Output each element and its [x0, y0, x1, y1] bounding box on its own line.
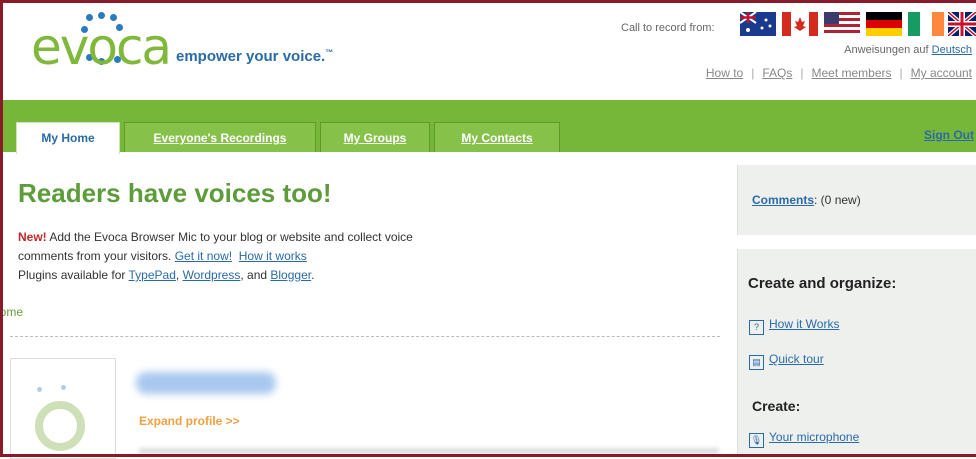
profile-avatar-card[interactable]: [10, 358, 116, 459]
how-to-link[interactable]: How to: [706, 66, 743, 80]
username-blurred[interactable]: [136, 372, 276, 394]
your-microphone-link[interactable]: Your microphone: [769, 430, 859, 444]
flag-uk-icon[interactable]: [946, 10, 976, 38]
microphone-icon: 🎙: [749, 433, 764, 448]
period-text: .: [311, 268, 315, 282]
sidebar-quick-tour[interactable]: ▤ Quick tour: [749, 352, 824, 370]
flag-germany-icon[interactable]: [866, 12, 902, 36]
language-instructions: Anweisungen auf Deutsch: [844, 44, 972, 56]
flag-ireland-icon[interactable]: [908, 12, 944, 36]
expand-profile-link[interactable]: Expand profile >>: [139, 414, 240, 428]
get-it-now-link[interactable]: Get it now!: [175, 249, 232, 263]
avatar-dot: [61, 385, 66, 390]
avatar-dot: [37, 387, 42, 392]
comma-text: ,: [175, 268, 183, 282]
tab-everyones-recordings[interactable]: Everyone's Recordings: [124, 122, 316, 152]
sidebar-how-it-works[interactable]: ? How it Works: [749, 317, 839, 335]
tagline: empower your voice.™: [176, 48, 333, 65]
deutsch-link[interactable]: Deutsch: [932, 44, 972, 56]
my-account-link[interactable]: My account: [911, 66, 972, 80]
flag-australia-icon[interactable]: [739, 11, 776, 36]
intro-line-2: comments from your visitors.: [18, 249, 172, 263]
separator: |: [751, 66, 755, 80]
top-links: How to | FAQs | Meet members | My account: [706, 66, 972, 80]
question-icon: ?: [749, 320, 764, 335]
trademark: ™: [325, 48, 334, 57]
breadcrumb[interactable]: Home: [0, 305, 23, 319]
page-headline: Readers have voices too!: [18, 178, 332, 208]
screen-icon: ▤: [749, 355, 764, 370]
tab-my-home[interactable]: My Home: [16, 122, 120, 154]
comments-summary: Comments: (0 new): [752, 193, 861, 207]
how-it-works-link[interactable]: How it works: [239, 249, 307, 263]
new-label: New!: [18, 230, 47, 244]
sidebar-your-microphone[interactable]: 🎙 Your microphone: [749, 430, 859, 448]
avatar-icon: [35, 401, 85, 451]
instructions-label: Anweisungen auf: [844, 44, 929, 56]
separator: |: [899, 66, 903, 80]
quick-tour-link[interactable]: Quick tour: [769, 352, 824, 366]
comments-link[interactable]: Comments: [752, 193, 814, 207]
separator: |: [800, 66, 804, 80]
and-text: , and: [240, 268, 271, 282]
intro-text: New! Add the Evoca Browser Mic to your b…: [18, 228, 578, 285]
comments-count: : (0 new): [814, 193, 861, 207]
blogger-link[interactable]: Blogger: [270, 268, 311, 282]
faqs-link[interactable]: FAQs: [762, 66, 792, 80]
plugins-label: Plugins available for: [18, 268, 129, 282]
create-organize-heading: Create and organize:: [748, 275, 897, 292]
typepad-link[interactable]: TypePad: [129, 268, 176, 282]
meet-members-link[interactable]: Meet members: [811, 66, 891, 80]
how-it-works-sidebar-link[interactable]: How it Works: [769, 317, 839, 331]
create-heading: Create:: [752, 398, 801, 414]
header: evoca empower your voice.™ Call to recor…: [0, 0, 976, 100]
evoca-logo[interactable]: evoca empower your voice.™: [28, 12, 368, 76]
intro-line-1: Add the Evoca Browser Mic to your blog o…: [46, 230, 413, 244]
tagline-text: empower your voice.: [176, 48, 326, 65]
wordpress-link[interactable]: Wordpress: [183, 268, 241, 282]
dotted-divider: [10, 336, 720, 337]
blurred-text: [139, 448, 719, 454]
logo-text: evoca: [31, 18, 172, 76]
tab-my-contacts[interactable]: My Contacts: [434, 122, 560, 152]
call-to-record-label: Call to record from:: [621, 22, 715, 34]
sign-out-link[interactable]: Sign Out: [924, 128, 974, 142]
flag-canada-icon[interactable]: [782, 12, 818, 36]
tab-my-groups[interactable]: My Groups: [320, 122, 430, 152]
flag-usa-icon[interactable]: [824, 12, 860, 36]
